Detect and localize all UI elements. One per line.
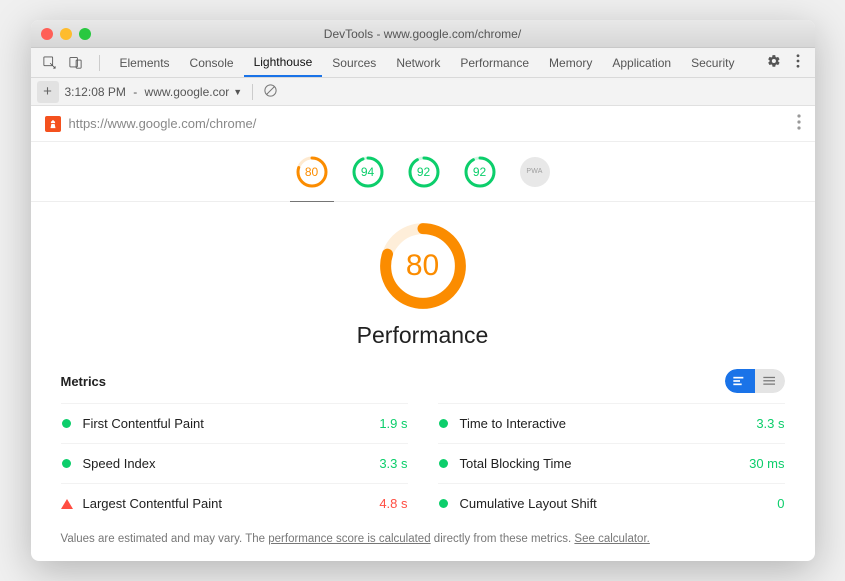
pass-icon (438, 418, 450, 430)
metric-label: Speed Index (83, 456, 380, 471)
pwa-badge[interactable]: PWA (520, 157, 550, 187)
metrics-footer: Values are estimated and may vary. The p… (31, 523, 815, 561)
report-menu-icon[interactable] (797, 114, 801, 133)
nav-gauge-3[interactable]: 92 (464, 156, 496, 188)
pass-icon (61, 458, 73, 470)
main-score: 80 Performance (31, 202, 815, 363)
clear-icon[interactable] (263, 83, 278, 101)
category-title: Performance (357, 322, 489, 349)
more-icon[interactable] (791, 54, 805, 71)
lighthouse-icon (45, 116, 61, 132)
score-calc-link[interactable]: performance score is calculated (268, 533, 430, 545)
metric-value: 0 (777, 496, 784, 511)
metric-row[interactable]: Total Blocking Time30 ms (438, 443, 785, 483)
tested-url: https://www.google.com/chrome/ (69, 116, 797, 131)
tab-network[interactable]: Network (386, 48, 450, 77)
performance-gauge: 80 (379, 222, 467, 310)
metric-label: Cumulative Layout Shift (460, 496, 778, 511)
view-expanded-icon[interactable] (725, 369, 755, 393)
titlebar: DevTools - www.google.com/chrome/ (31, 20, 815, 48)
tab-security[interactable]: Security (681, 48, 744, 77)
tab-performance[interactable]: Performance (450, 48, 539, 77)
metric-row[interactable]: Largest Contentful Paint4.8 s (61, 483, 408, 523)
settings-icon[interactable] (767, 54, 781, 71)
view-collapsed-icon[interactable] (755, 369, 785, 393)
pass-icon (61, 418, 73, 430)
metric-row[interactable]: Time to Interactive3.3 s (438, 403, 785, 443)
nav-gauge-0[interactable]: 80 (296, 156, 328, 188)
metrics-grid: First Contentful Paint1.9 s Time to Inter… (31, 403, 815, 523)
report-dropdown[interactable]: 3:12:08 PM - www.google.cor ▼ (65, 85, 243, 99)
pass-icon (438, 458, 450, 470)
metric-value: 3.3 s (379, 456, 407, 471)
window-title: DevTools - www.google.com/chrome/ (31, 27, 815, 41)
metric-value: 4.8 s (379, 496, 407, 511)
metric-label: Time to Interactive (460, 416, 757, 431)
url-row: https://www.google.com/chrome/ (31, 106, 815, 142)
devtools-tabbar: ElementsConsoleLighthouseSourcesNetworkP… (31, 48, 815, 78)
tab-memory[interactable]: Memory (539, 48, 602, 77)
metrics-heading: Metrics (61, 374, 107, 389)
metric-label: Total Blocking Time (460, 456, 750, 471)
metric-label: Largest Contentful Paint (83, 496, 380, 511)
tab-application[interactable]: Application (602, 48, 681, 77)
fail-icon (61, 498, 73, 510)
new-report-button[interactable]: + (37, 81, 59, 103)
category-nav: 80 94 92 92 PWA (31, 142, 815, 202)
metrics-view-toggle[interactable] (725, 369, 785, 393)
metric-value: 3.3 s (756, 416, 784, 431)
devtools-window: DevTools - www.google.com/chrome/ Elemen… (31, 20, 815, 561)
metric-label: First Contentful Paint (83, 416, 380, 431)
nav-gauge-2[interactable]: 92 (408, 156, 440, 188)
metric-value: 30 ms (749, 456, 784, 471)
pass-icon (438, 498, 450, 510)
metric-row[interactable]: First Contentful Paint1.9 s (61, 403, 408, 443)
tab-lighthouse[interactable]: Lighthouse (244, 48, 323, 77)
chevron-down-icon: ▼ (233, 87, 242, 97)
tab-sources[interactable]: Sources (322, 48, 386, 77)
nav-gauge-1[interactable]: 94 (352, 156, 384, 188)
see-calculator-link[interactable]: See calculator. (574, 533, 649, 545)
subbar: + 3:12:08 PM - www.google.cor ▼ (31, 78, 815, 106)
inspect-icon[interactable] (37, 52, 63, 74)
metric-row[interactable]: Speed Index3.3 s (61, 443, 408, 483)
tab-elements[interactable]: Elements (110, 48, 180, 77)
device-toolbar-icon[interactable] (63, 52, 89, 74)
tab-console[interactable]: Console (180, 48, 244, 77)
metric-value: 1.9 s (379, 416, 407, 431)
performance-score: 80 (379, 222, 467, 310)
metric-row[interactable]: Cumulative Layout Shift0 (438, 483, 785, 523)
